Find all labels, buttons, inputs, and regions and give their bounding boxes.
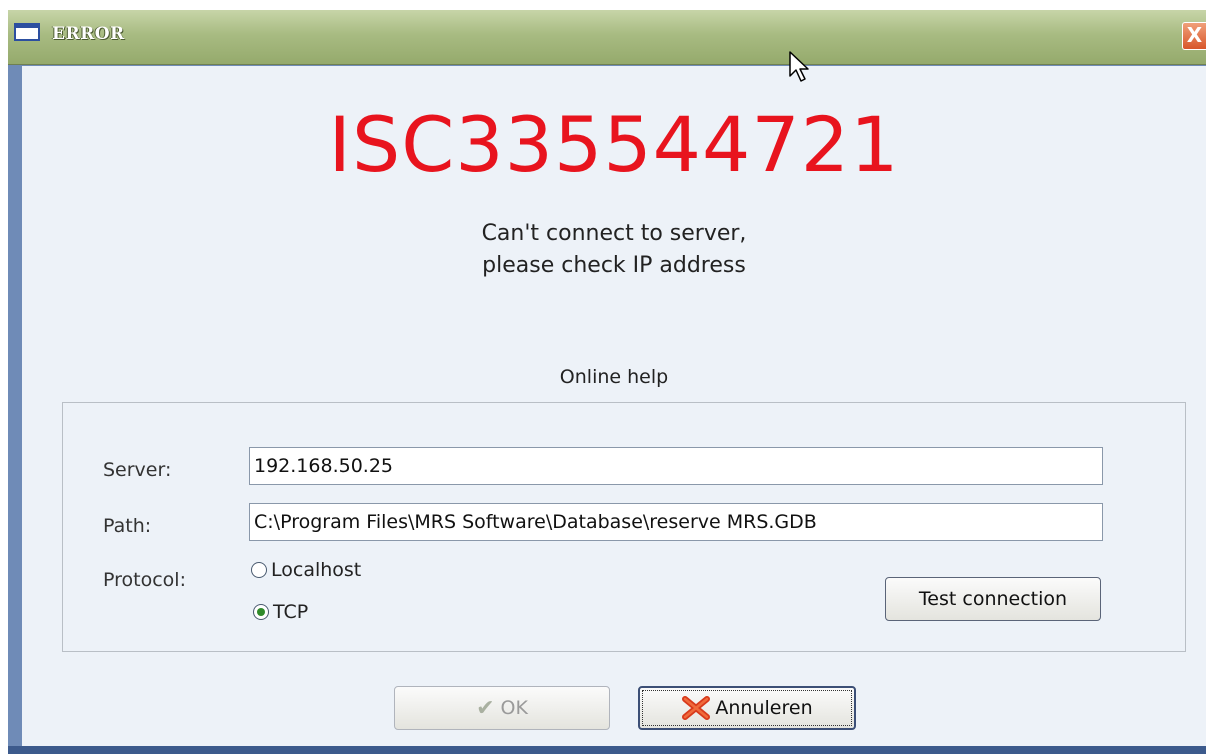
radio-localhost[interactable]: Localhost <box>251 559 361 581</box>
radio-tcp[interactable]: TCP <box>253 601 308 623</box>
online-help-link[interactable]: Online help <box>22 366 1206 388</box>
window-icon <box>14 23 40 41</box>
mouse-pointer-icon <box>789 51 809 82</box>
title-bar[interactable]: ERROR X <box>8 10 1206 65</box>
ok-button[interactable]: ✔ OK <box>394 686 610 730</box>
server-input[interactable]: 192.168.50.25 <box>249 447 1103 485</box>
cancel-button[interactable]: Annuleren <box>638 686 856 730</box>
error-code: ISC335544721 <box>328 100 900 189</box>
radio-localhost-label: Localhost <box>271 559 362 581</box>
server-label: Server: <box>103 459 172 481</box>
radio-localhost-dot <box>251 562 267 578</box>
path-label: Path: <box>103 515 152 537</box>
error-message: Can't connect to server, please check IP… <box>22 218 1206 282</box>
close-button[interactable]: X <box>1182 22 1206 50</box>
dialog-body: ISC335544721 Can't connect to server, pl… <box>22 66 1206 746</box>
error-message-line2: please check IP address <box>482 253 746 278</box>
error-message-line1: Can't connect to server, <box>481 221 747 246</box>
cancel-x-icon <box>682 696 711 720</box>
ok-label: OK <box>500 697 528 719</box>
radio-tcp-dot <box>253 604 269 620</box>
radio-tcp-label: TCP <box>273 601 309 623</box>
check-icon: ✔ <box>476 695 495 721</box>
protocol-label: Protocol: <box>103 569 186 591</box>
path-input[interactable]: C:\Program Files\MRS Software\Database\r… <box>249 503 1103 541</box>
window-bottom-border <box>8 746 1206 754</box>
cancel-label: Annuleren <box>715 697 813 719</box>
test-connection-button[interactable]: Test connection <box>885 577 1101 621</box>
test-connection-label: Test connection <box>918 588 1068 610</box>
window-title: ERROR <box>52 24 125 44</box>
error-dialog: ERROR X ISC335544721 Can't connect to se… <box>8 10 1206 754</box>
connection-settings-group: Server: 192.168.50.25 Path: C:\Program F… <box>62 402 1186 652</box>
